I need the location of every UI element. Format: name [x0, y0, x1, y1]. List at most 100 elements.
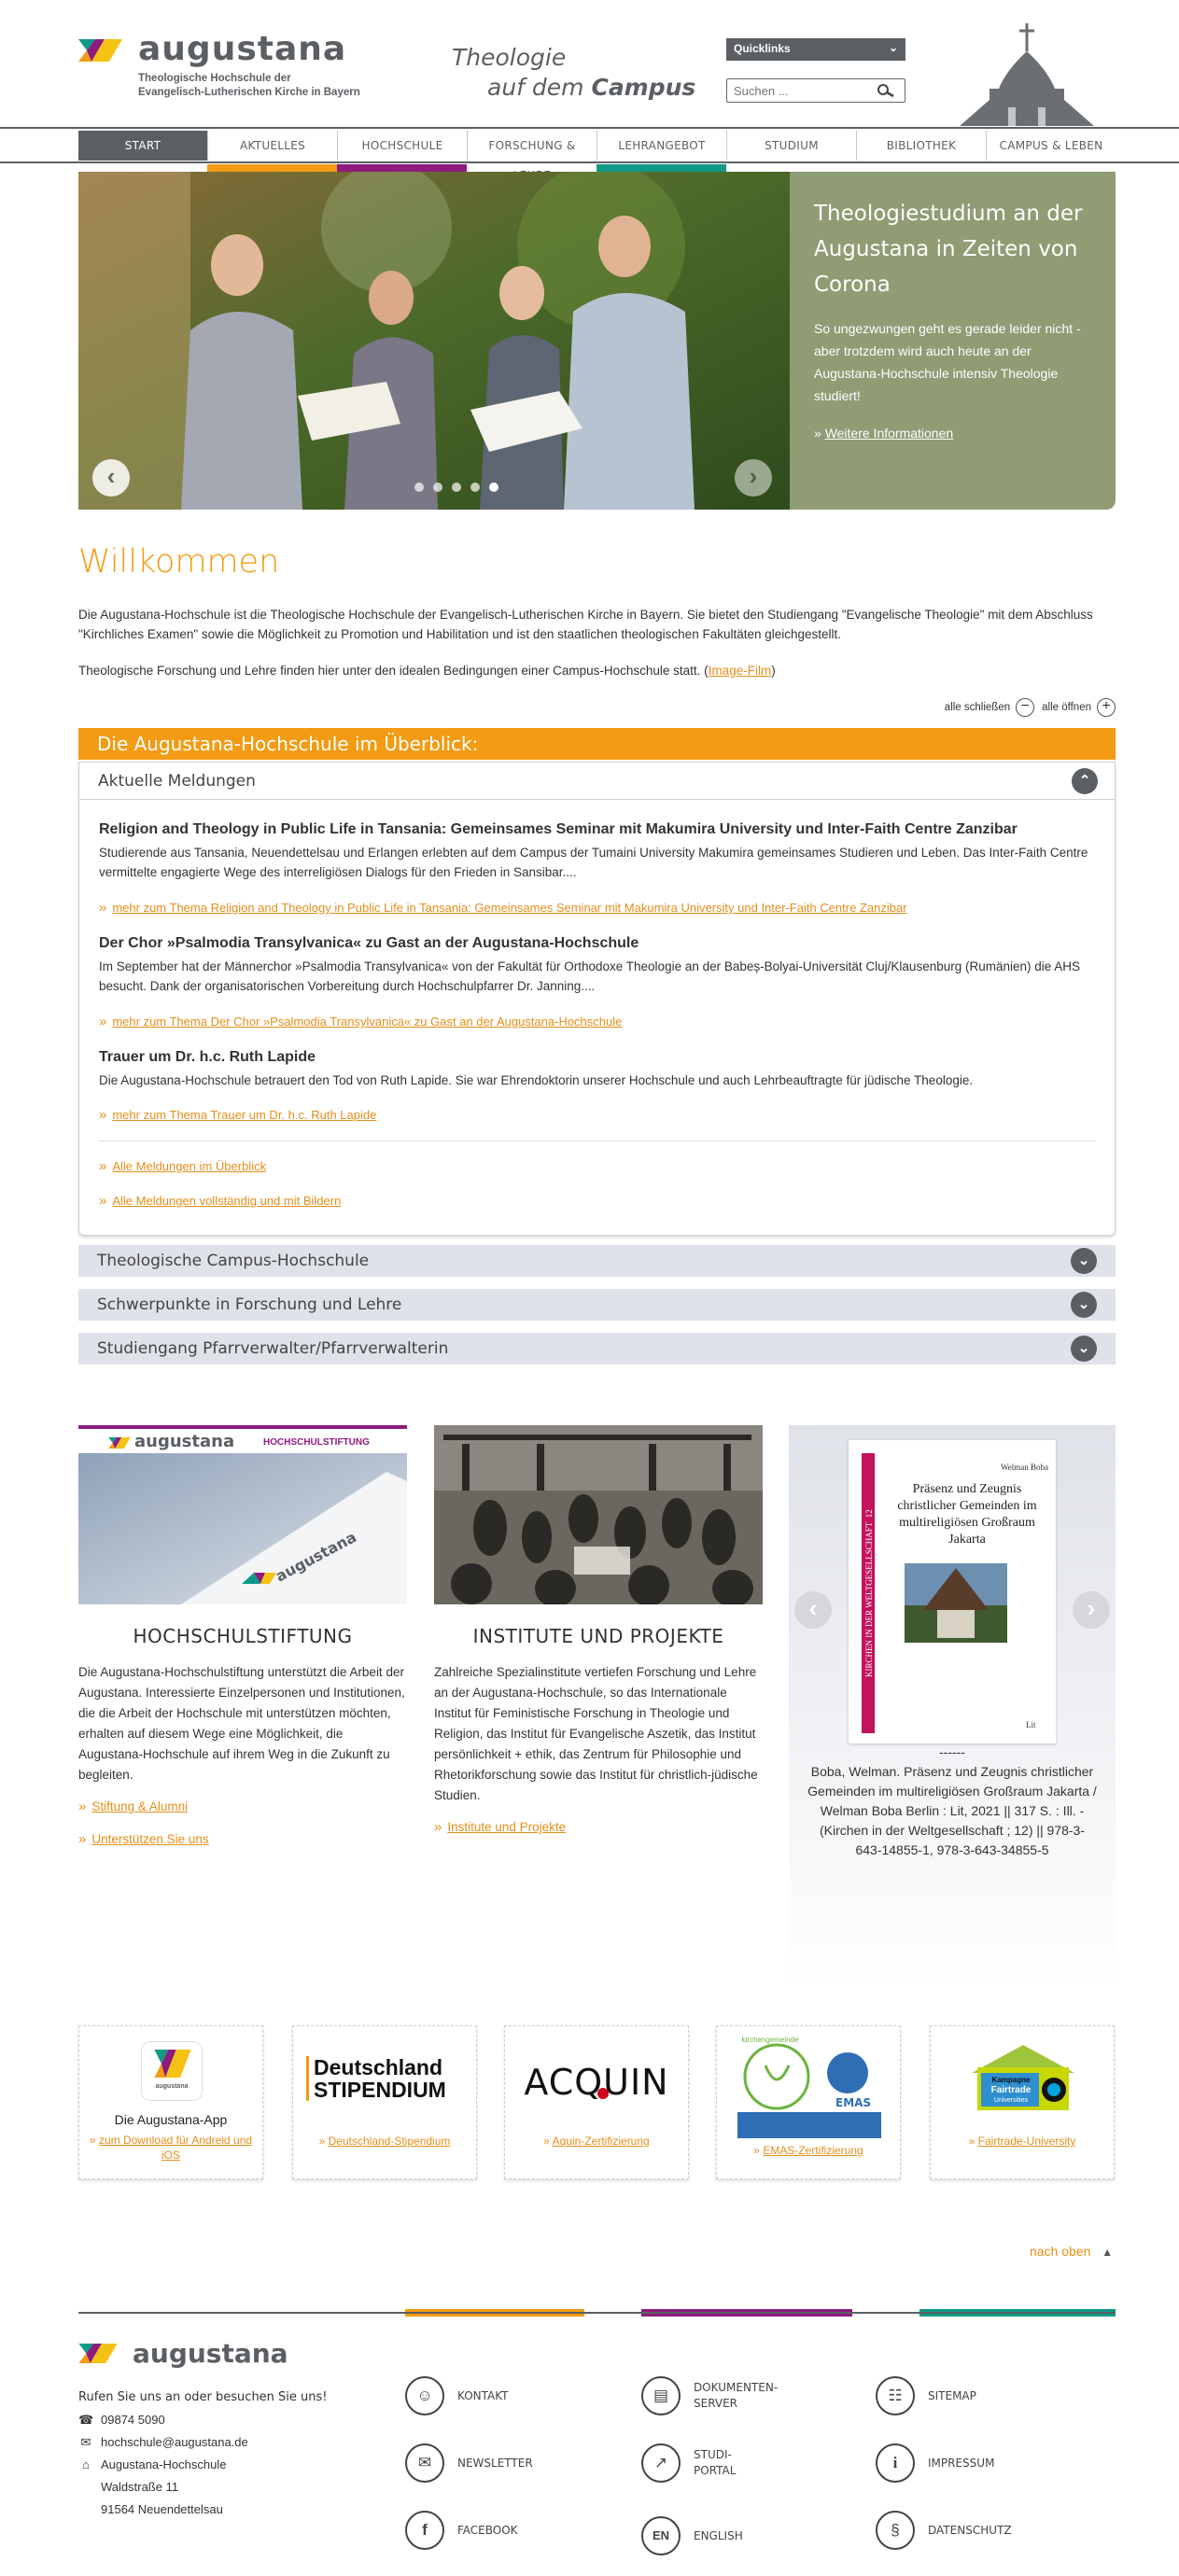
- emas-link[interactable]: » EMAS-Zertifizierung: [717, 2144, 900, 2157]
- slider-prev-arrow-icon[interactable]: ‹: [92, 459, 130, 497]
- nav-forschung-lehre[interactable]: FORSCHUNG & LEHRE: [468, 131, 597, 182]
- acquin-link-text[interactable]: Aquin-Zertifizierung: [553, 2135, 650, 2148]
- support-us-link-text[interactable]: Unterstützen Sie uns: [91, 1832, 208, 1846]
- welcome-paragraph-1: Die Augustana-Hochschule ist die Theolog…: [78, 608, 1093, 641]
- nav-accent-orange: [207, 164, 337, 172]
- acquin-link[interactable]: » Aquin-Zertifizierung: [505, 2135, 688, 2148]
- footer-link-english[interactable]: EN ENGLISH: [641, 2516, 743, 2555]
- nav-campus-leben[interactable]: CAMPUS & LEBEN: [987, 131, 1116, 161]
- chevron-down-icon[interactable]: ⌄: [1071, 1336, 1097, 1362]
- chevron-up-icon[interactable]: ⌃: [1072, 768, 1098, 794]
- augustana-logo-icon[interactable]: [78, 39, 122, 62]
- search-icon[interactable]: [875, 83, 897, 98]
- nav-accent-teal: [597, 164, 726, 172]
- news-more-link-text[interactable]: mehr zum Thema Trauer um Dr. h.c. Ruth L…: [112, 1108, 376, 1122]
- all-news-full-text[interactable]: Alle Meldungen vollständig und mit Bilde…: [112, 1194, 341, 1208]
- plus-circle-icon[interactable]: +: [1097, 698, 1116, 717]
- open-all-label[interactable]: alle öffnen: [1042, 702, 1091, 713]
- search-box[interactable]: [726, 78, 905, 103]
- all-news-overview-text[interactable]: Alle Meldungen im Überblick: [112, 1159, 266, 1173]
- augustana-app-card[interactable]: augustana Die Augustana-App » zum Downlo…: [78, 2025, 263, 2179]
- news-title[interactable]: Trauer um Dr. h.c. Ruth Lapide: [99, 1049, 1096, 1066]
- fairtrade-link[interactable]: » Fairtrade-University: [931, 2135, 1114, 2148]
- slide-title: Theologiestudium an der Augustana in Zei…: [814, 202, 1083, 297]
- double-chevron-icon: »: [99, 1014, 107, 1029]
- nav-aktuelles[interactable]: AKTUELLES: [208, 131, 338, 161]
- book-prev-arrow-icon[interactable]: ‹: [794, 1591, 832, 1629]
- accordion-campus-hochschule[interactable]: Theologische Campus-Hochschule: [78, 1245, 1116, 1277]
- app-download-link-text[interactable]: zum Download für Andreid und iOS: [99, 2134, 252, 2162]
- close-all-label[interactable]: alle schließen: [945, 702, 1010, 713]
- news-more-link[interactable]: » mehr zum Thema Trauer um Dr. h.c. Ruth …: [99, 1107, 376, 1123]
- nav-start[interactable]: START: [78, 131, 208, 161]
- footer-link-sitemap[interactable]: ☷ SITEMAP: [876, 2376, 976, 2415]
- news-item: Religion and Theology in Public Life in …: [99, 821, 1096, 882]
- slider-next-arrow-icon[interactable]: ›: [735, 459, 772, 497]
- stiftung-alumni-link-text[interactable]: Stiftung & Alumni: [91, 1799, 188, 1813]
- slide-more-link-text[interactable]: Weitere Informationen: [825, 426, 953, 441]
- acquin-card[interactable]: ACQUIN » Aquin-Zertifizierung: [504, 2025, 689, 2179]
- stipendium-link-text[interactable]: Deutschland-Stipendium: [329, 2135, 451, 2148]
- nav-lehrangebot[interactable]: LEHRANGEBOT: [597, 131, 727, 161]
- accordion-header-aktuelle-meldungen[interactable]: Aktuelle Meldungen: [79, 763, 1115, 800]
- arrow-up-icon: ▲: [1102, 2246, 1114, 2259]
- accordion-schwerpunkte[interactable]: Schwerpunkte in Forschung und Lehre: [78, 1289, 1116, 1321]
- book-caption-dash: ------: [939, 1744, 965, 1759]
- app-download-link[interactable]: » zum Download für Andreid und iOS: [79, 2133, 262, 2163]
- accordion-label: Schwerpunkte in Forschung und Lehre: [97, 1295, 402, 1314]
- search-input[interactable]: [727, 79, 867, 102]
- news-title[interactable]: Religion and Theology in Public Life in …: [99, 821, 1096, 838]
- nav-studium[interactable]: STUDIUM: [727, 131, 857, 161]
- minus-circle-icon[interactable]: −: [1016, 698, 1035, 717]
- footer-link-dokumentenserver[interactable]: ▤ DOKUMENTEN- SERVER: [641, 2376, 778, 2415]
- footer-email[interactable]: hochschule@augustana.de: [101, 2435, 248, 2449]
- institute-link[interactable]: » Institute und Projekte: [434, 1819, 763, 1835]
- footer-link-label: NEWSLETTER: [457, 2456, 533, 2470]
- news-more-link-text[interactable]: mehr zum Thema Der Chor »Psalmodia Trans…: [112, 1015, 622, 1029]
- institute-link-text[interactable]: Institute und Projekte: [447, 1820, 566, 1834]
- footer-link-facebook[interactable]: f FACEBOOK: [405, 2511, 518, 2550]
- news-title[interactable]: Der Chor »Psalmodia Transylvanica« zu Ga…: [99, 935, 1096, 952]
- chevron-down-icon[interactable]: ⌄: [1071, 1248, 1097, 1274]
- nav-bibliothek[interactable]: BIBLIOTHEK: [857, 131, 987, 161]
- news-more-link-text[interactable]: mehr zum Thema Religion and Theology in …: [112, 901, 906, 915]
- english-icon: EN: [641, 2516, 681, 2555]
- quicklinks-dropdown[interactable]: Quicklinks ⌄: [726, 38, 905, 61]
- news-more-link[interactable]: » mehr zum Thema Religion and Theology in…: [99, 900, 907, 916]
- emas-card[interactable]: EMAS kirchengemeinde » EMAS-Zertifizieru…: [716, 2025, 901, 2179]
- welcome-p2-end: ): [771, 664, 776, 678]
- chevron-down-icon[interactable]: ⌄: [1071, 1292, 1097, 1318]
- book-cover[interactable]: KIRCHEN IN DER WELTGESELLSCHAFT 12 Welma…: [849, 1440, 1056, 1743]
- footer-link-impressum[interactable]: i IMPRESSUM: [876, 2443, 994, 2483]
- footer-phone[interactable]: 09874 5090: [101, 2413, 165, 2427]
- site-logo-text[interactable]: augustana: [138, 30, 346, 68]
- footer-link-newsletter[interactable]: ✉ NEWSLETTER: [405, 2443, 533, 2483]
- stipendium-link[interactable]: » Deutschland-Stipendium: [293, 2135, 476, 2148]
- fairtrade-card[interactable]: Kampagne Fairtrade Universities » Fairtr…: [930, 2025, 1115, 2179]
- footer-link-studiportal[interactable]: ↗ STUDI- PORTAL: [641, 2443, 736, 2483]
- logo-subtitle-line-1: Theologische Hochschule der: [138, 73, 291, 84]
- stiftung-banner-logo-text: augustana: [134, 1432, 235, 1451]
- emas-text-mark: EMAS: [835, 2096, 871, 2109]
- accordion-label: Studiengang Pfarrverwalter/Pfarrverwalte…: [97, 1339, 449, 1358]
- support-us-link[interactable]: » Unterstützen Sie uns: [78, 1831, 407, 1847]
- deutschland-stipendium-card[interactable]: Deutschland STIPENDIUM » Deutschland-Sti…: [292, 2025, 477, 2179]
- tagline-line-2b: Campus: [591, 74, 696, 101]
- all-news-overview-link[interactable]: » Alle Meldungen im Überblick: [99, 1158, 266, 1174]
- emas-link-text[interactable]: EMAS-Zertifizierung: [763, 2144, 863, 2157]
- image-film-link[interactable]: Image-Film: [709, 664, 772, 678]
- back-to-top-link[interactable]: nach oben ▲: [1030, 2244, 1113, 2259]
- book-next-arrow-icon[interactable]: ›: [1073, 1591, 1110, 1629]
- footer-link-datenschutz[interactable]: § DATENSCHUTZ: [876, 2511, 1012, 2550]
- slide-more-link[interactable]: » Weitere Informationen: [814, 426, 1091, 441]
- logo-subtitle-line-2: Evangelisch-Lutherischen Kirche in Bayer…: [138, 87, 360, 98]
- news-more-link[interactable]: » mehr zum Thema Der Chor »Psalmodia Tran…: [99, 1014, 622, 1029]
- all-news-full-link[interactable]: » Alle Meldungen vollständig und mit Bild…: [99, 1193, 341, 1209]
- accordion-pfarrverwalter[interactable]: Studiengang Pfarrverwalter/Pfarrverwalte…: [78, 1333, 1116, 1365]
- fairtrade-link-text[interactable]: Fairtrade-University: [978, 2135, 1076, 2148]
- nav-hochschule[interactable]: HOCHSCHULE: [338, 131, 468, 161]
- footer-address-line-3: 91564 Neuendettelsau: [101, 2502, 223, 2516]
- stiftung-alumni-link[interactable]: » Stiftung & Alumni: [78, 1799, 407, 1814]
- footer-link-kontakt[interactable]: ☺ KONTAKT: [405, 2376, 509, 2415]
- footer-link-label: DATENSCHUTZ: [928, 2523, 1012, 2537]
